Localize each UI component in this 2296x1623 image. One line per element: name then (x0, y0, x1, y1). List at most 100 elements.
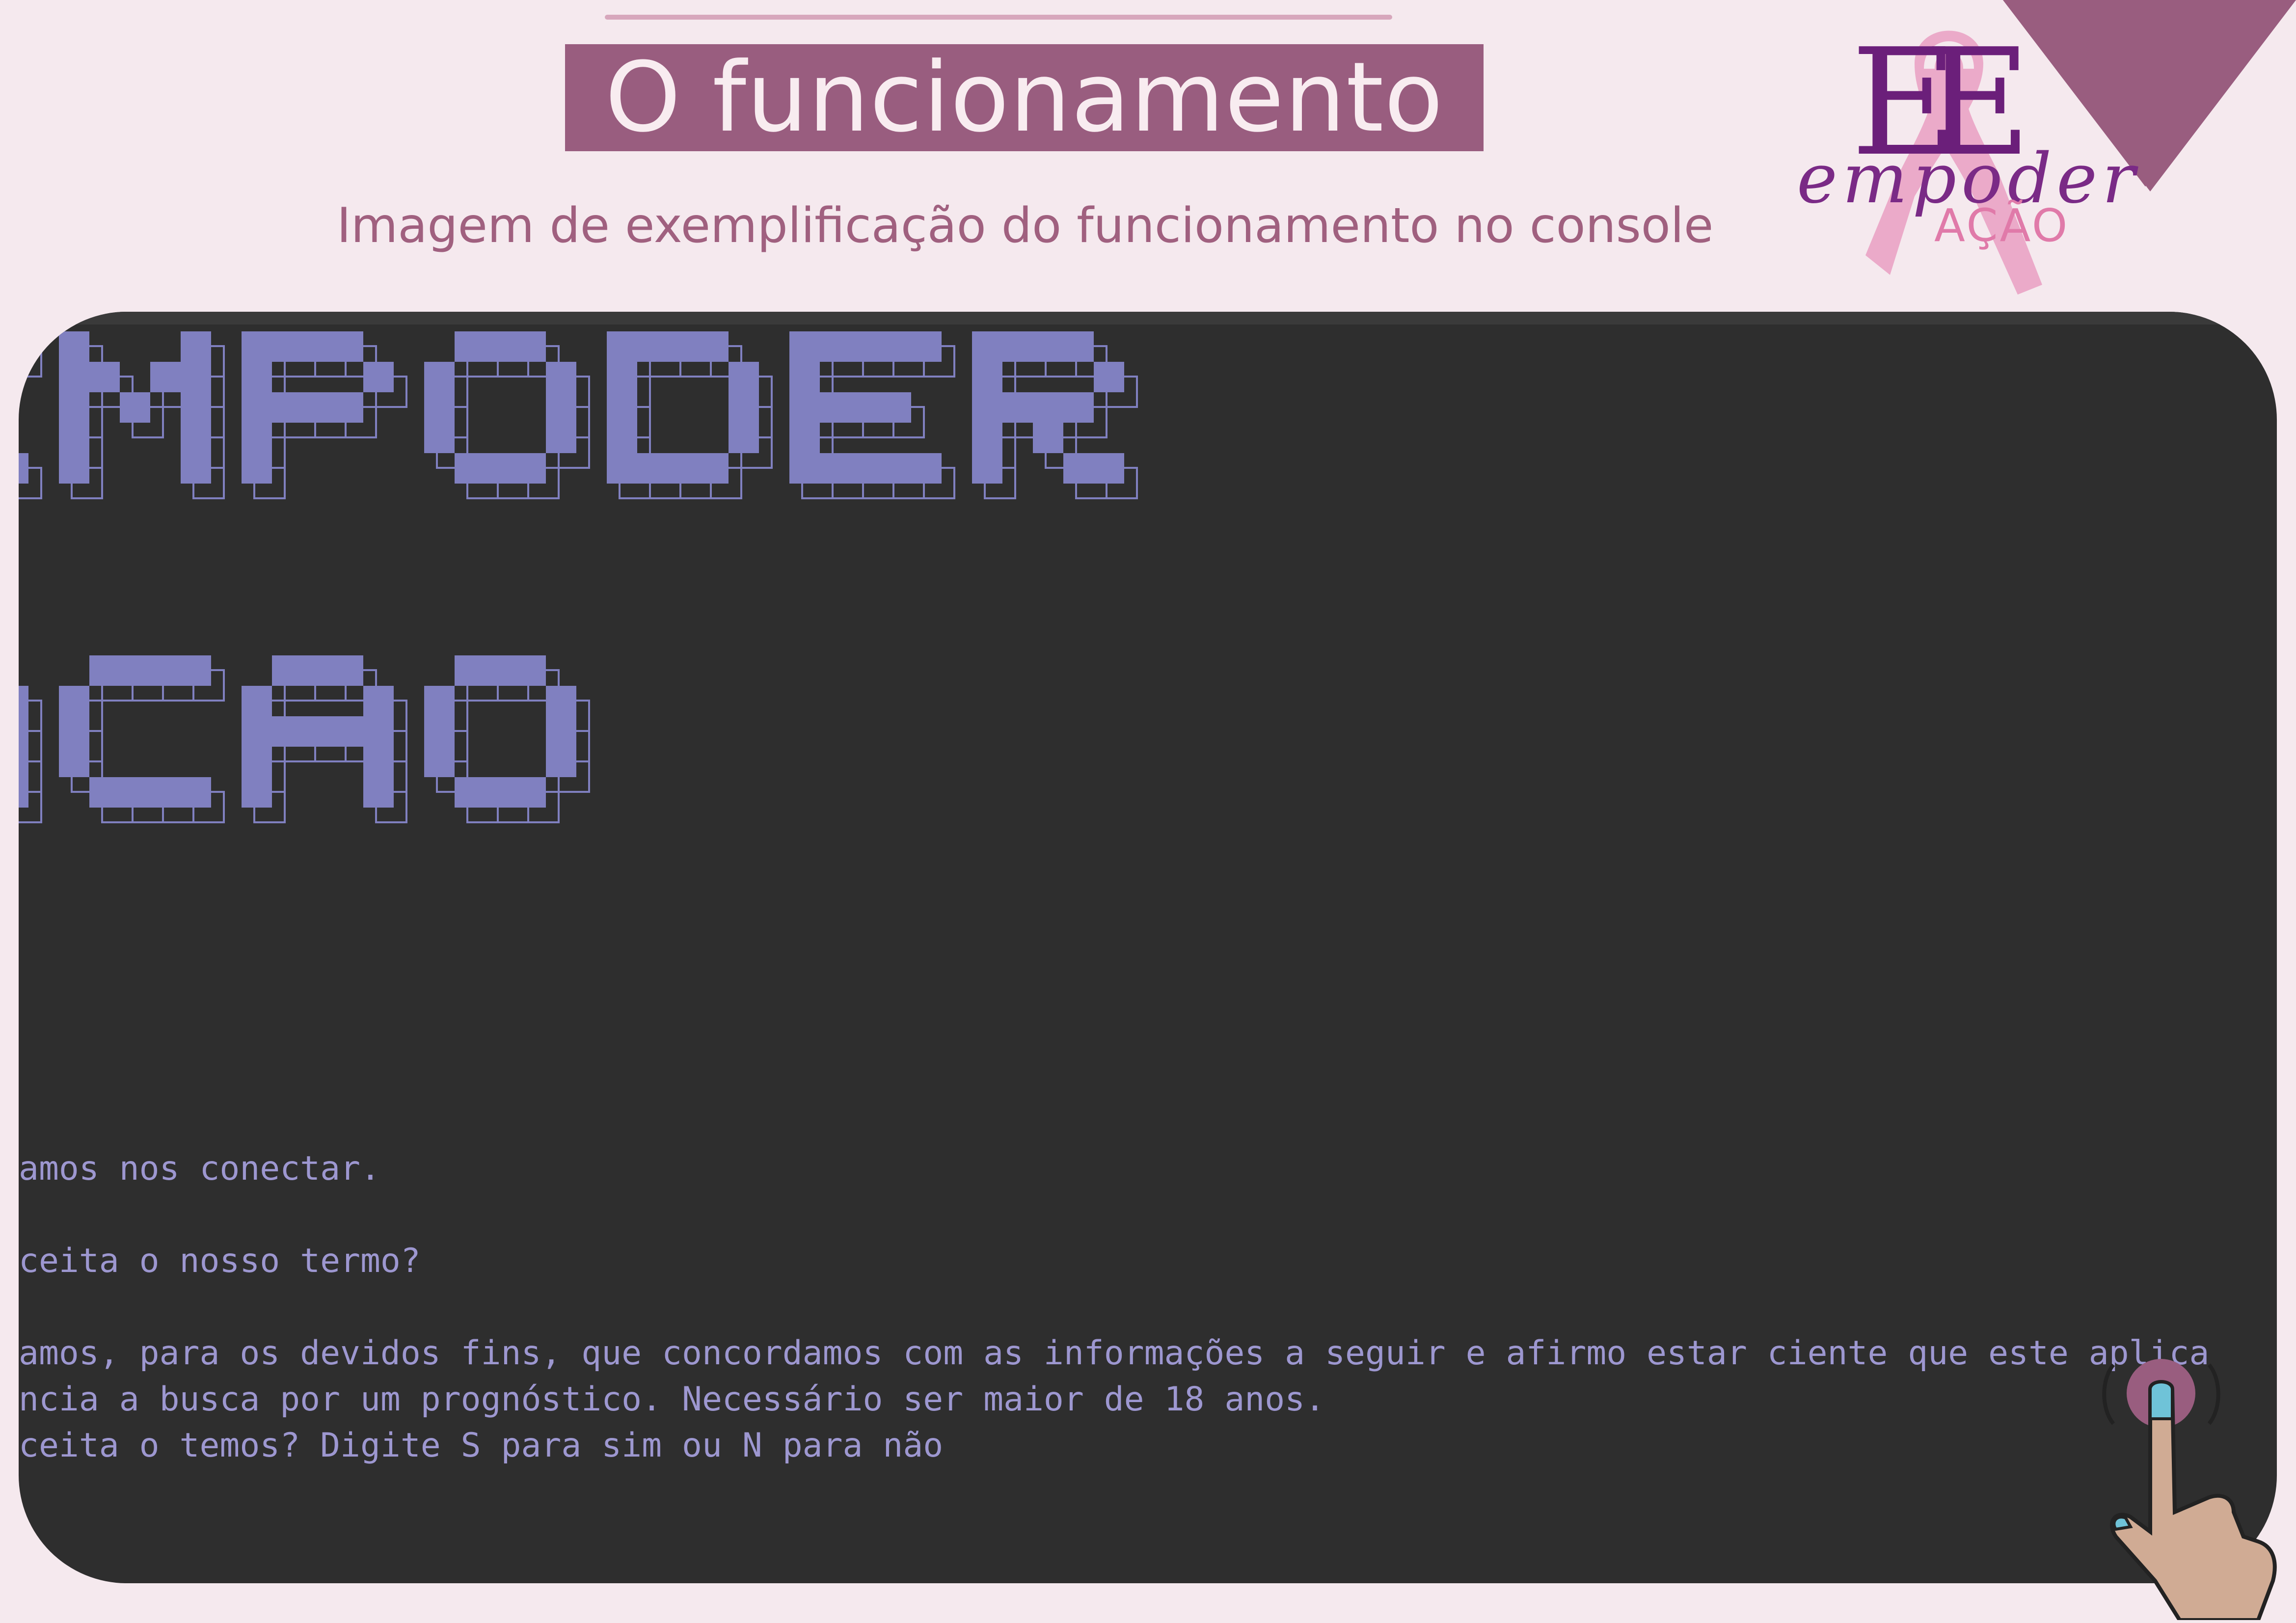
banner-glyph-cell (181, 392, 211, 423)
banner-glyph-cell (820, 453, 850, 484)
banner-glyph-cell (19, 747, 28, 777)
banner-glyph-cell (19, 777, 28, 808)
banner-glyph-cell (302, 655, 333, 686)
banner-glyph-cell (1033, 423, 1063, 453)
banner-glyph-cell (1094, 453, 1124, 484)
banner-glyph-cell (729, 423, 759, 453)
banner-glyph-cell (302, 331, 333, 362)
banner-glyph-cell (89, 655, 120, 686)
console-window: amos nos conectar. ceita o nosso termo? … (19, 312, 2277, 1583)
banner-glyph-cell (546, 747, 576, 777)
banner-glyph-cell (972, 453, 1002, 484)
banner-glyph-cell (607, 423, 637, 453)
banner-glyph-cell (1063, 331, 1094, 362)
console-line: amos, para os devidos fins, que concorda… (19, 1334, 2210, 1373)
banner-glyph-cell (1002, 392, 1033, 423)
banner-glyph-cell (729, 392, 759, 423)
banner-glyph-cell (181, 777, 211, 808)
page-subtitle: Imagem de exemplificação do funcionament… (337, 198, 1714, 254)
banner-glyph-cell (333, 331, 363, 362)
banner-glyph-cell (181, 331, 211, 362)
banner-glyph-cell (242, 716, 272, 747)
banner-glyph-cell (333, 392, 363, 423)
banner-glyph-cell (515, 777, 546, 808)
banner-glyph-cell (424, 747, 455, 777)
banner-glyph-cell (911, 453, 942, 484)
banner-glyph-cell (1002, 331, 1033, 362)
logo-suffix: AÇÃO (1934, 199, 2070, 252)
tap-hand-icon (2102, 1359, 2277, 1620)
banner-glyph-cell (515, 453, 546, 484)
banner-glyph-cell (668, 453, 698, 484)
banner-glyph-cell (181, 453, 211, 484)
ascii-banner (19, 331, 1138, 823)
banner-glyph-cell (972, 331, 1002, 362)
banner-glyph-cell (19, 716, 28, 747)
banner-glyph-cell (242, 362, 272, 392)
banner-glyph-cell (820, 331, 850, 362)
console-line: ncia a busca por um prognóstico. Necessá… (19, 1380, 1325, 1419)
banner-glyph-cell (19, 453, 28, 484)
banner-glyph-cell (789, 423, 820, 453)
banner-glyph-cell (272, 392, 302, 423)
banner-glyph-cell (424, 716, 455, 747)
banner-glyph-cell (424, 686, 455, 716)
banner-glyph-cell (789, 362, 820, 392)
banner-glyph-cell (546, 686, 576, 716)
banner-glyph-cell (59, 747, 89, 777)
banner-glyph-cell (363, 716, 394, 747)
banner-glyph-cell (607, 331, 637, 362)
banner-glyph-cell (59, 331, 89, 362)
banner-glyph-cell (850, 331, 881, 362)
banner-glyph-cell (546, 362, 576, 392)
banner-glyph-cell (789, 453, 820, 484)
banner-glyph-cell (1033, 331, 1063, 362)
banner-glyph-cell (637, 453, 668, 484)
banner-glyph-cell (242, 392, 272, 423)
banner-glyph-cell (150, 655, 181, 686)
banner-glyph-cell (120, 392, 150, 423)
banner-glyph-cell (972, 392, 1002, 423)
console-line: amos nos conectar. (19, 1149, 380, 1188)
banner-glyph-cell (59, 423, 89, 453)
banner-glyph-cell (607, 453, 637, 484)
banner-glyph-cell (546, 716, 576, 747)
banner-glyph-cell (242, 747, 272, 777)
banner-glyph-cell (59, 392, 89, 423)
top-divider (605, 15, 1392, 20)
brand-logo: EE empoder AÇÃO (1787, 10, 2219, 295)
banner-glyph-cell (181, 655, 211, 686)
banner-glyph-cell (89, 777, 120, 808)
banner-glyph-cell (911, 331, 942, 362)
banner-glyph-cell (59, 686, 89, 716)
banner-glyph-cell (850, 392, 881, 423)
banner-glyph-cell (272, 655, 302, 686)
banner-glyph-cell (59, 453, 89, 484)
banner-glyph-cell (729, 362, 759, 392)
banner-glyph-cell (181, 423, 211, 453)
banner-glyph-cell (1063, 392, 1094, 423)
banner-glyph-cell (150, 777, 181, 808)
banner-glyph-cell (698, 453, 729, 484)
banner-glyph-cell (242, 331, 272, 362)
banner-glyph-cell (150, 362, 181, 392)
banner-glyph-cell (19, 331, 28, 362)
banner-glyph-cell (1063, 453, 1094, 484)
banner-glyph-cell (424, 362, 455, 392)
banner-glyph-cell (242, 686, 272, 716)
banner-glyph-cell (455, 777, 485, 808)
banner-glyph-cell (333, 655, 363, 686)
banner-glyph-cell (363, 747, 394, 777)
banner-glyph-cell (485, 655, 515, 686)
banner-glyph-cell (637, 331, 668, 362)
console-line: ceita o temos? Digite S para sim ou N pa… (19, 1426, 944, 1465)
banner-glyph-cell (546, 392, 576, 423)
banner-glyph-cell (455, 453, 485, 484)
banner-glyph-cell (333, 716, 363, 747)
banner-glyph-cell (363, 686, 394, 716)
banner-glyph-cell (1033, 392, 1063, 423)
banner-glyph-cell (607, 362, 637, 392)
banner-glyph-cell (972, 362, 1002, 392)
banner-glyph-cell (242, 453, 272, 484)
banner-glyph-cell (546, 423, 576, 453)
